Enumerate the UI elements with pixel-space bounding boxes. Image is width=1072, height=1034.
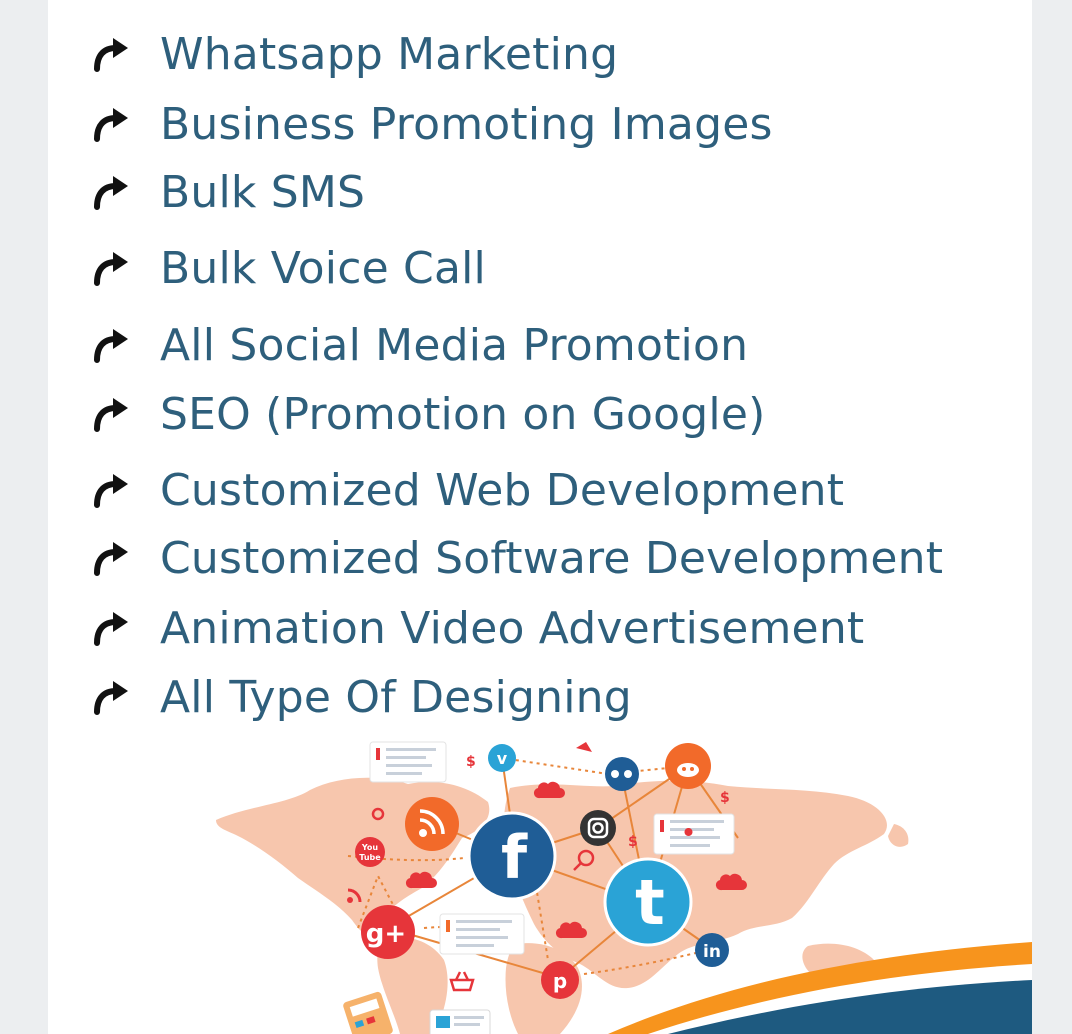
instagram-icon bbox=[580, 810, 616, 846]
curved-arrow-icon bbox=[94, 329, 128, 363]
flickr-icon bbox=[605, 757, 639, 791]
curved-arrow-icon bbox=[94, 38, 128, 72]
list-item: Bulk Voice Call bbox=[48, 238, 1032, 298]
list-item: All Type Of Designing bbox=[48, 667, 1032, 727]
service-label: Customized Software Development bbox=[160, 532, 944, 584]
dollar-icon: $ bbox=[628, 834, 638, 850]
list-item: All Social Media Promotion bbox=[48, 315, 1032, 375]
curved-arrow-icon bbox=[94, 681, 128, 715]
page-sheet: Whatsapp Marketing Business Promoting Im… bbox=[48, 0, 1032, 1034]
document-card bbox=[653, 813, 735, 855]
document-card bbox=[439, 913, 525, 955]
dollar-icon: $ bbox=[720, 790, 730, 806]
list-item: Customized Web Development bbox=[48, 460, 1032, 520]
list-item: Animation Video Advertisement bbox=[48, 598, 1032, 658]
pinterest-icon: p bbox=[541, 961, 579, 999]
service-label: Business Promoting Images bbox=[160, 98, 773, 150]
youtube-icon: You Tube bbox=[355, 837, 385, 867]
svg-text:t: t bbox=[635, 866, 665, 939]
curved-arrow-icon bbox=[94, 176, 128, 210]
newspaper-icon bbox=[429, 1009, 491, 1034]
service-label: SEO (Promotion on Google) bbox=[160, 388, 766, 440]
document-card bbox=[369, 741, 447, 783]
vimeo-icon: v bbox=[488, 744, 516, 772]
svg-text:v: v bbox=[497, 749, 508, 768]
facebook-icon: f bbox=[467, 811, 557, 901]
list-item: Whatsapp Marketing bbox=[48, 24, 1032, 84]
rss-icon bbox=[405, 797, 459, 851]
service-label: Bulk SMS bbox=[160, 166, 366, 218]
service-label: Customized Web Development bbox=[160, 464, 845, 516]
cloud-icon bbox=[533, 781, 565, 799]
service-label: Animation Video Advertisement bbox=[160, 602, 865, 654]
calculator-icon bbox=[343, 991, 393, 1034]
svg-text:f: f bbox=[501, 823, 528, 893]
dot-icon bbox=[684, 828, 693, 836]
svg-text:p: p bbox=[553, 969, 567, 993]
list-item: Business Promoting Images bbox=[48, 94, 1032, 154]
dollar-icon: $ bbox=[466, 754, 476, 770]
service-label: All Type Of Designing bbox=[160, 671, 632, 723]
speaker-icon bbox=[576, 742, 592, 752]
curved-arrow-icon bbox=[94, 542, 128, 576]
service-label: Bulk Voice Call bbox=[160, 242, 486, 294]
linkedin-icon: in bbox=[695, 933, 729, 967]
curved-arrow-icon bbox=[94, 398, 128, 432]
service-label: Whatsapp Marketing bbox=[160, 28, 619, 80]
list-item: Bulk SMS bbox=[48, 162, 1032, 222]
curved-arrow-icon bbox=[94, 108, 128, 142]
shopping-basket-icon bbox=[449, 971, 475, 992]
google-plus-icon: g+ bbox=[361, 905, 415, 959]
curved-arrow-icon bbox=[94, 612, 128, 646]
list-item: Customized Software Development bbox=[48, 528, 1032, 588]
curved-arrow-icon bbox=[94, 474, 128, 508]
svg-text:g+: g+ bbox=[366, 919, 406, 949]
social-media-network-illustration: $ $ $ v You Tube f t g+ in p bbox=[216, 741, 1032, 1034]
svg-text:Tube: Tube bbox=[359, 853, 381, 862]
curved-arrow-icon bbox=[94, 252, 128, 286]
reddit-icon bbox=[665, 743, 711, 789]
list-item: SEO (Promotion on Google) bbox=[48, 384, 1032, 444]
svg-text:You: You bbox=[361, 843, 379, 852]
svg-text:in: in bbox=[703, 942, 721, 962]
service-label: All Social Media Promotion bbox=[160, 319, 749, 371]
twitter-icon: t bbox=[603, 857, 693, 947]
